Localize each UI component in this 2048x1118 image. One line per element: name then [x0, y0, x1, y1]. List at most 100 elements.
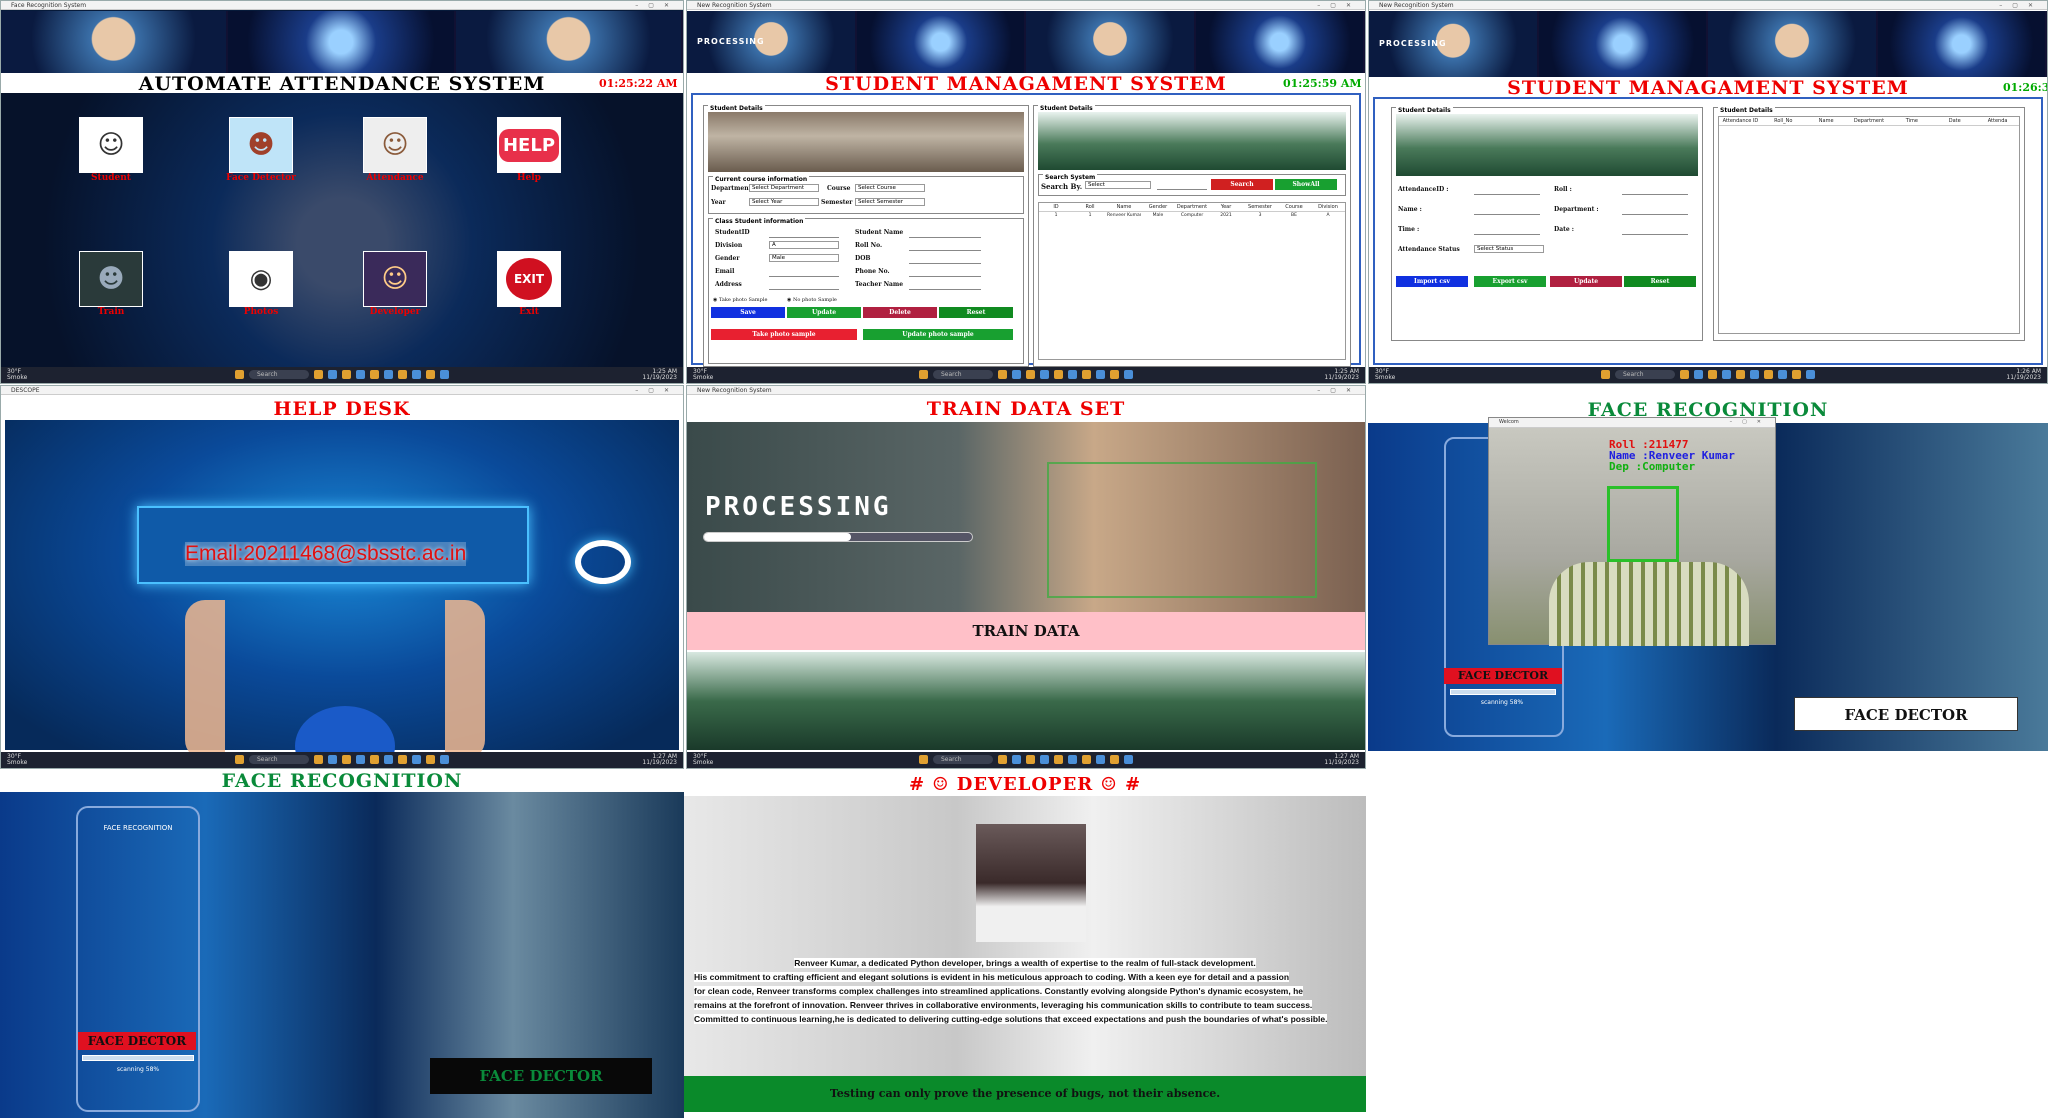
- taskbar-search[interactable]: Search: [249, 755, 309, 764]
- attendance-id-label: AttendanceID :: [1398, 186, 1449, 193]
- column-header[interactable]: Semester: [1243, 203, 1277, 211]
- taskbar-search[interactable]: Search: [933, 755, 993, 764]
- taskbar-search[interactable]: Search: [933, 370, 993, 379]
- attendance-id-input[interactable]: [1474, 194, 1540, 195]
- help-tile[interactable]: HELP Help: [497, 117, 561, 183]
- window-controls[interactable]: –▢✕: [635, 386, 679, 395]
- table-cell: 1: [1088, 213, 1092, 218]
- developer-tile[interactable]: ☺ Developer: [363, 251, 427, 317]
- face-box: [1607, 486, 1679, 562]
- column-header[interactable]: Attendance ID: [1719, 117, 1762, 125]
- face-mesh: [1047, 462, 1317, 598]
- email-text[interactable]: Email:20211468@sbsstc.ac.in: [185, 542, 467, 566]
- person-shirt: [1549, 562, 1749, 646]
- taskbar-apps[interactable]: Search: [919, 370, 1133, 379]
- department-select[interactable]: Select Department: [749, 184, 819, 192]
- reset-button[interactable]: Reset: [1624, 276, 1696, 287]
- help-desk-illustration: Email:20211468@sbsstc.ac.in: [5, 420, 679, 768]
- showall-button[interactable]: ShowAll: [1275, 179, 1337, 190]
- dob-input[interactable]: [909, 263, 981, 264]
- panel-attendance-home: Face Recognition System –▢✕ AUTOMATE ATTE…: [0, 0, 684, 384]
- search-select[interactable]: Select: [1085, 181, 1151, 189]
- column-header[interactable]: Attenda: [1976, 117, 2019, 125]
- column-header[interactable]: Gender: [1141, 203, 1175, 211]
- face-detector-tile[interactable]: ☻ Face Detector: [226, 117, 296, 183]
- email-input[interactable]: [769, 276, 839, 277]
- update-button[interactable]: Update: [787, 307, 861, 318]
- column-header[interactable]: Name: [1805, 117, 1848, 125]
- student-tile[interactable]: ☺ Student: [79, 117, 143, 183]
- table-row[interactable]: 1 1 Renveer Kumar Male Computer 2021 3 BE A: [1039, 212, 1345, 220]
- window-title: New Recognition System: [1379, 2, 1454, 9]
- student-table[interactable]: ID Roll Name Gender Department Year Semester Co…: [1038, 202, 1346, 360]
- column-header[interactable]: Time: [1890, 117, 1933, 125]
- window-controls[interactable]: –▢✕: [1317, 1, 1361, 10]
- no-photo-radio[interactable]: ◉ No photo Sample: [787, 297, 837, 303]
- phone-input[interactable]: [909, 276, 981, 277]
- column-header[interactable]: Department: [1175, 203, 1209, 211]
- taskbar-apps[interactable]: Search: [235, 370, 449, 379]
- course-select[interactable]: Select Course: [855, 184, 925, 192]
- taskbar-apps[interactable]: Search: [919, 755, 1133, 764]
- column-header[interactable]: Course: [1277, 203, 1311, 211]
- import-csv-button[interactable]: Import csv: [1396, 276, 1468, 287]
- window-controls[interactable]: –▢✕: [635, 1, 679, 10]
- window-controls[interactable]: –▢✕: [1730, 418, 1771, 427]
- gender-select[interactable]: Male: [769, 254, 839, 262]
- train-data-button[interactable]: TRAIN DATA: [687, 612, 1365, 650]
- division-select[interactable]: A: [769, 241, 839, 249]
- student-details-frame: Student Details Current course informati…: [703, 105, 1029, 367]
- take-photo-radio[interactable]: ◉ Take photo Sample: [713, 297, 767, 303]
- search-button[interactable]: Search: [1211, 179, 1273, 190]
- roll-no-input[interactable]: [909, 250, 981, 251]
- column-header[interactable]: Division: [1311, 203, 1345, 211]
- take-photo-button[interactable]: Take photo sample: [711, 329, 857, 340]
- taskbar-search[interactable]: Search: [249, 370, 309, 379]
- year-select[interactable]: Select Year: [749, 198, 819, 206]
- time-input[interactable]: [1474, 234, 1540, 235]
- taskbar-apps[interactable]: Search: [1601, 370, 1815, 379]
- roll-input[interactable]: [1622, 194, 1688, 195]
- column-header[interactable]: Date: [1933, 117, 1976, 125]
- column-header[interactable]: Name: [1107, 203, 1141, 211]
- weather-text: Smoke: [1375, 374, 1396, 381]
- column-header[interactable]: Year: [1209, 203, 1243, 211]
- date-input[interactable]: [1622, 234, 1688, 235]
- student-id-input[interactable]: [769, 237, 839, 238]
- window-controls[interactable]: –▢✕: [1317, 386, 1361, 395]
- attendance-table[interactable]: Attendance ID Roll_No Name Department Time Da…: [1718, 116, 2020, 334]
- column-header[interactable]: ID: [1039, 203, 1073, 211]
- name-input[interactable]: [1474, 214, 1540, 215]
- column-header[interactable]: Department: [1848, 117, 1891, 125]
- search-input[interactable]: [1157, 189, 1207, 190]
- column-header[interactable]: Roll_No: [1762, 117, 1805, 125]
- course-label: Course: [827, 185, 851, 192]
- department-input[interactable]: [1622, 214, 1688, 215]
- taskbar-search[interactable]: Search: [1615, 370, 1675, 379]
- attendance-tile[interactable]: ☺ Attendance: [363, 117, 427, 183]
- column-header[interactable]: Roll: [1073, 203, 1107, 211]
- train-tile[interactable]: ☻ Train: [79, 251, 143, 317]
- tile-label: Photos: [243, 307, 279, 317]
- window-controls[interactable]: –▢✕: [1999, 1, 2043, 10]
- student-id-label: StudentID: [715, 229, 750, 236]
- student-name-input[interactable]: [909, 237, 981, 238]
- webcam-window[interactable]: Welcom –▢✕ Roll :211477 Name :Renveer Kum…: [1488, 417, 1776, 646]
- reset-button[interactable]: Reset: [939, 307, 1013, 318]
- attendance-status-select[interactable]: Select Status: [1474, 245, 1544, 253]
- taskbar: 30°F Smoke Search 1:27 AM 11/19/2023: [687, 752, 1365, 768]
- photos-tile[interactable]: ◉ Photos: [229, 251, 293, 317]
- date-label: Date :: [1554, 226, 1574, 233]
- save-button[interactable]: Save: [711, 307, 785, 318]
- window-title: New Recognition System: [697, 2, 772, 9]
- semester-select[interactable]: Select Semester: [855, 198, 925, 206]
- gender-label: Gender: [715, 255, 740, 262]
- update-button[interactable]: Update: [1550, 276, 1622, 287]
- exit-tile[interactable]: EXIT Exit: [497, 251, 561, 317]
- export-csv-button[interactable]: Export csv: [1474, 276, 1546, 287]
- update-photo-button[interactable]: Update photo sample: [863, 329, 1013, 340]
- address-input[interactable]: [769, 289, 839, 290]
- delete-button[interactable]: Delete: [863, 307, 937, 318]
- taskbar-apps[interactable]: Search: [235, 755, 449, 764]
- teacher-name-input[interactable]: [909, 289, 981, 290]
